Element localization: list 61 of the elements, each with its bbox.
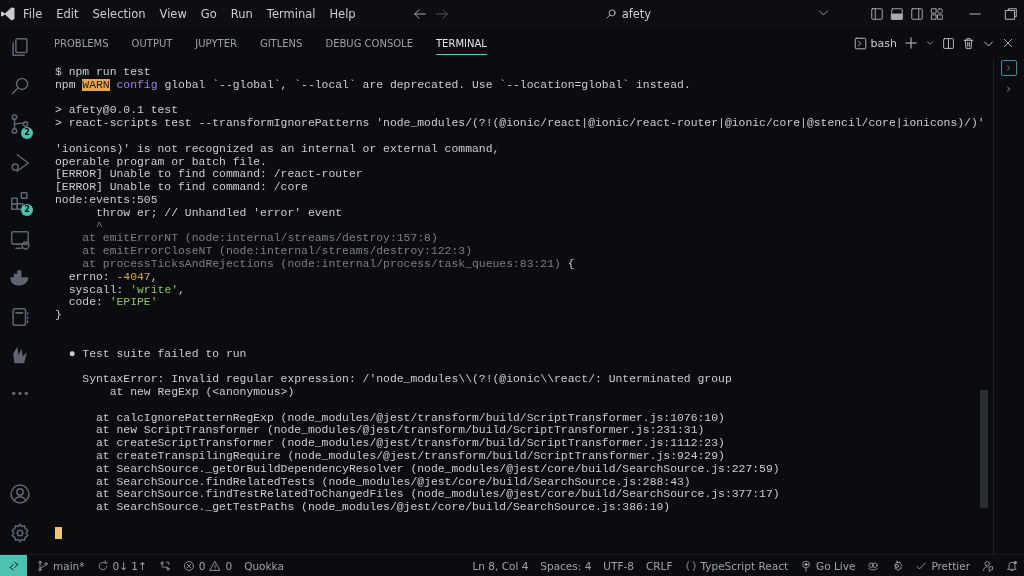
search-value: afety [621, 7, 652, 21]
terminal-line: code: 'EPIPE' [67, 296, 159, 310]
terminal-line: at SearchSource.findRelatedTests (node_modules/@jest/core/build/SearchSource.js:288:43) [95, 475, 692, 489]
problems-button[interactable]: 0 0 [176, 560, 239, 572]
terminal-line: operable program or batch file. [55, 155, 268, 169]
terminal-line: > afety@0.0.1 test [55, 104, 180, 118]
menu-item[interactable]: Go [193, 4, 224, 24]
branch-button[interactable]: main* [31, 560, 91, 572]
menu-item[interactable]: File [16, 4, 50, 24]
terminal-line: at processTicksAndRejections (node:internal/process/task_queues:83:21) { [81, 257, 576, 271]
terminal-line: at emitErrorNT (node:internal/streams/destroy:157:8) [81, 232, 439, 246]
sync-button[interactable]: 0↓ 1↑ [90, 560, 153, 572]
panel-tab[interactable]: JUPYTER [195, 31, 237, 55]
status-item[interactable]: Spaces: 4 [534, 560, 598, 572]
search-field[interactable]: afety [598, 5, 658, 23]
language-button[interactable]: TypeScript React [678, 560, 795, 572]
count-badge: 2 [21, 204, 33, 216]
terminal-line: at calcIgnorePatternRegExp (node_modules/@jest/transform/build/ScriptTransformer.js:1076:10) [95, 411, 726, 425]
count-badge: 2 [21, 127, 33, 139]
terminal-line: at SearchSource._getTestPaths (node_modules/@jest/core/build/SearchSource.js:386:19) [95, 501, 672, 514]
terminal-line: at createTranspilingRequire (node_modules/@jest/transform/build/ScriptTransformer.js:924:29) [95, 449, 726, 463]
menu-item[interactable]: Terminal [259, 4, 323, 24]
terminal-line: ^ [95, 219, 103, 233]
terminal-line: at SearchSource.findTestRelatedToChangedFiles (node_modules/@jest/core/build/SearchSource.js:377:17) [95, 488, 781, 502]
menu-item[interactable]: View [152, 4, 194, 24]
status-item[interactable]: Ln 8, Col 4 [466, 560, 535, 572]
terminal-line: npm WARN config global `--global`, `--local` are deprecated. Use `--location=global` instead. [55, 78, 692, 92]
panel-tab[interactable]: TERMINAL [436, 31, 487, 55]
terminal-line: ● Test suite failed to run [67, 347, 248, 361]
terminal-line: [ERROR] Unable to find command: /react-router [55, 168, 364, 182]
terminal-line: at emitErrorCloseNT (node:internal/streams/destroy:122:3) [81, 245, 473, 258]
status-item[interactable]: UTF-8 [597, 560, 640, 572]
menu-item[interactable]: Help [322, 4, 363, 24]
terminal-line: syscall: 'write', [67, 283, 186, 297]
blocks-view-button[interactable]: 2 [0, 182, 40, 221]
panel-tab[interactable]: DEBUG CONSOLE [325, 31, 413, 55]
terminal-line: > react-scripts test --transformIgnorePatterns 'node_modules/(?!(@ionic/react|@ionic/react-router|@ionic/core|@stencil/core|ionicons)/)' [55, 117, 986, 130]
panel-tab[interactable]: OUTPUT [131, 31, 173, 55]
terminal-line: node:events:505 [55, 193, 159, 207]
menu-item[interactable]: Selection [85, 4, 153, 24]
terminal-line: at createScriptTransformer (node_modules/@jest/transform/build/ScriptTransformer.js:1112:23) [95, 437, 726, 450]
branch-view-button[interactable]: 2 [0, 105, 40, 144]
prettier-button[interactable]: Prettier [909, 560, 976, 572]
terminal-line: at new ScriptTransformer (node_modules/@jest/transform/build/ScriptTransformer.js:231:31) [95, 424, 706, 438]
menu-item[interactable]: Edit [49, 4, 86, 24]
terminal-line: $ npm run test [55, 66, 152, 79]
terminal-selector[interactable]: bash [853, 36, 897, 50]
terminal-line: SyntaxError: Invalid regular expression: /'node_modules\\(?!(@ionic\\react/: Unterminated group [81, 373, 733, 386]
status-item[interactable]: Quokka [238, 560, 290, 572]
terminal-line: } [55, 309, 63, 322]
terminal-line: 'ionicons)' is not recognized as an internal or external command, [55, 142, 501, 156]
terminal-line: throw er; // Unhandled 'error' event [95, 206, 344, 220]
status-item[interactable]: CRLF [639, 560, 679, 572]
terminal-line: errno: -4047, [67, 270, 159, 284]
panel-tab[interactable]: GITLENS [259, 31, 303, 55]
terminal-line: at SearchSource._getOrBuildDependencyResolver (node_modules/@jest/core/build/SearchSource.js:227:59) [95, 462, 781, 476]
terminal-line: [ERROR] Unable to find command: /core [55, 181, 309, 194]
panel-tab[interactable]: PROBLEMS [54, 31, 109, 55]
menu-item[interactable]: Run [223, 4, 260, 24]
go-live-button[interactable]: Go Live [794, 560, 862, 572]
terminal-line: at new RegExp (<anonymous>) [108, 385, 296, 399]
